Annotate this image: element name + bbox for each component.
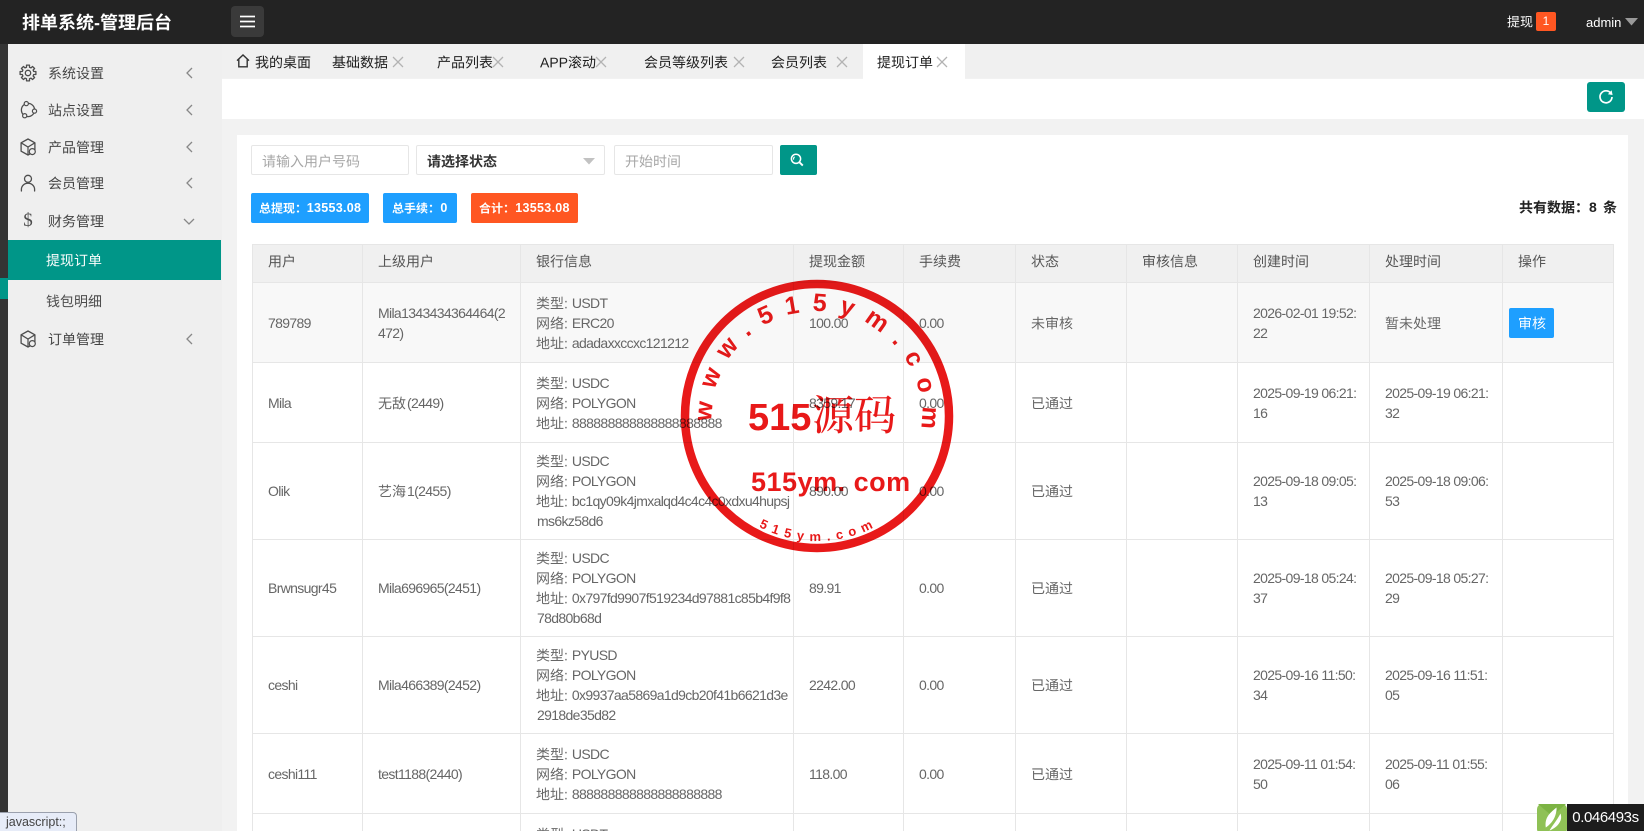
svg-text:515ym. com: 515ym. com — [751, 467, 911, 497]
svg-text:515: 515 — [748, 397, 811, 439]
svg-text:www.515ym.com: www.515ym.com — [689, 289, 945, 443]
